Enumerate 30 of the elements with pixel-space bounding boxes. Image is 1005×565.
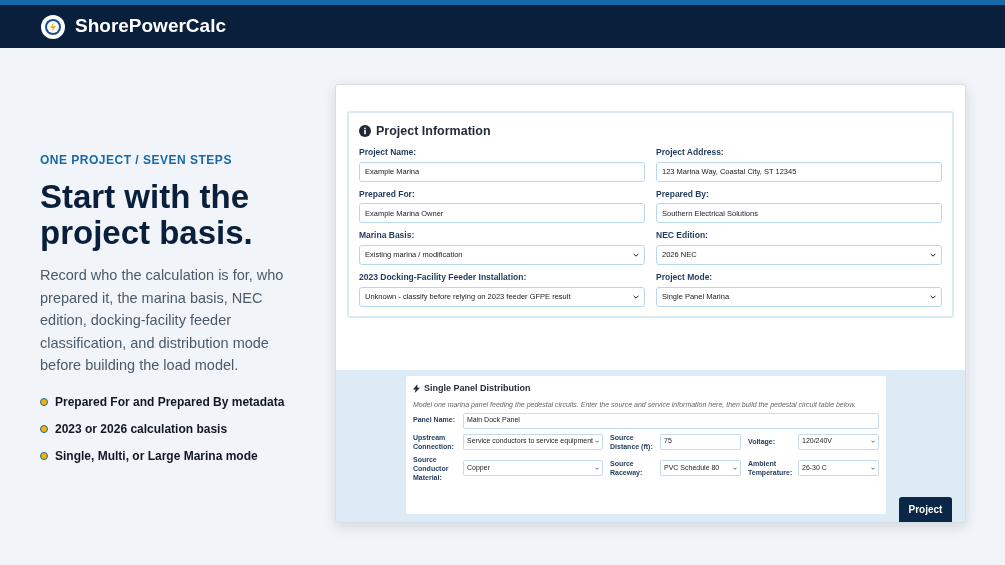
caret-icon — [871, 466, 875, 470]
feature-text: 2023 or 2026 calculation basis — [55, 420, 228, 438]
caret-icon — [733, 466, 737, 470]
caret-icon — [633, 294, 639, 299]
caret-icon — [633, 253, 639, 257]
caret-icon — [930, 294, 936, 299]
caret-icon — [871, 440, 875, 443]
panel-title: Project Information — [376, 123, 491, 140]
field-label: Project Mode: — [656, 271, 714, 284]
field-label: Prepared For: — [359, 187, 416, 201]
feature-text: Single, Multi, or Large Marina mode — [55, 447, 258, 465]
page-heading: Start with the project basis. — [40, 179, 254, 251]
logo-icon — [40, 13, 66, 40]
info-icon — [359, 125, 371, 138]
caret-icon — [595, 466, 599, 470]
field-label: Prepared By: — [656, 187, 710, 201]
panel-title: Single Panel Distribution — [424, 382, 531, 395]
eyebrow-text: ONE PROJECT / SEVEN STEPS — [40, 152, 233, 169]
intro-description: Record who the calculation is for, who prepared it, the marina basis, NEC edition, docking-facility feeder classification, and distribution mode before building the load model. — [40, 266, 285, 375]
field-label: Marina Basis: — [359, 229, 416, 242]
field-label: Project Address: — [656, 145, 725, 159]
caret-icon — [930, 253, 936, 257]
brand-name[interactable]: ShorePowerCalc — [75, 12, 226, 41]
caret-icon — [595, 440, 600, 443]
field-label: 2023 Docking-Facility Feeder Installation: — [359, 271, 528, 284]
feature-text: Prepared For and Prepared By metadata — [55, 393, 285, 411]
field-label: NEC Edition: — [656, 229, 709, 242]
field-label: Project Name: — [359, 145, 418, 159]
project-button[interactable]: Project — [899, 497, 952, 522]
lightning-icon — [413, 384, 420, 394]
